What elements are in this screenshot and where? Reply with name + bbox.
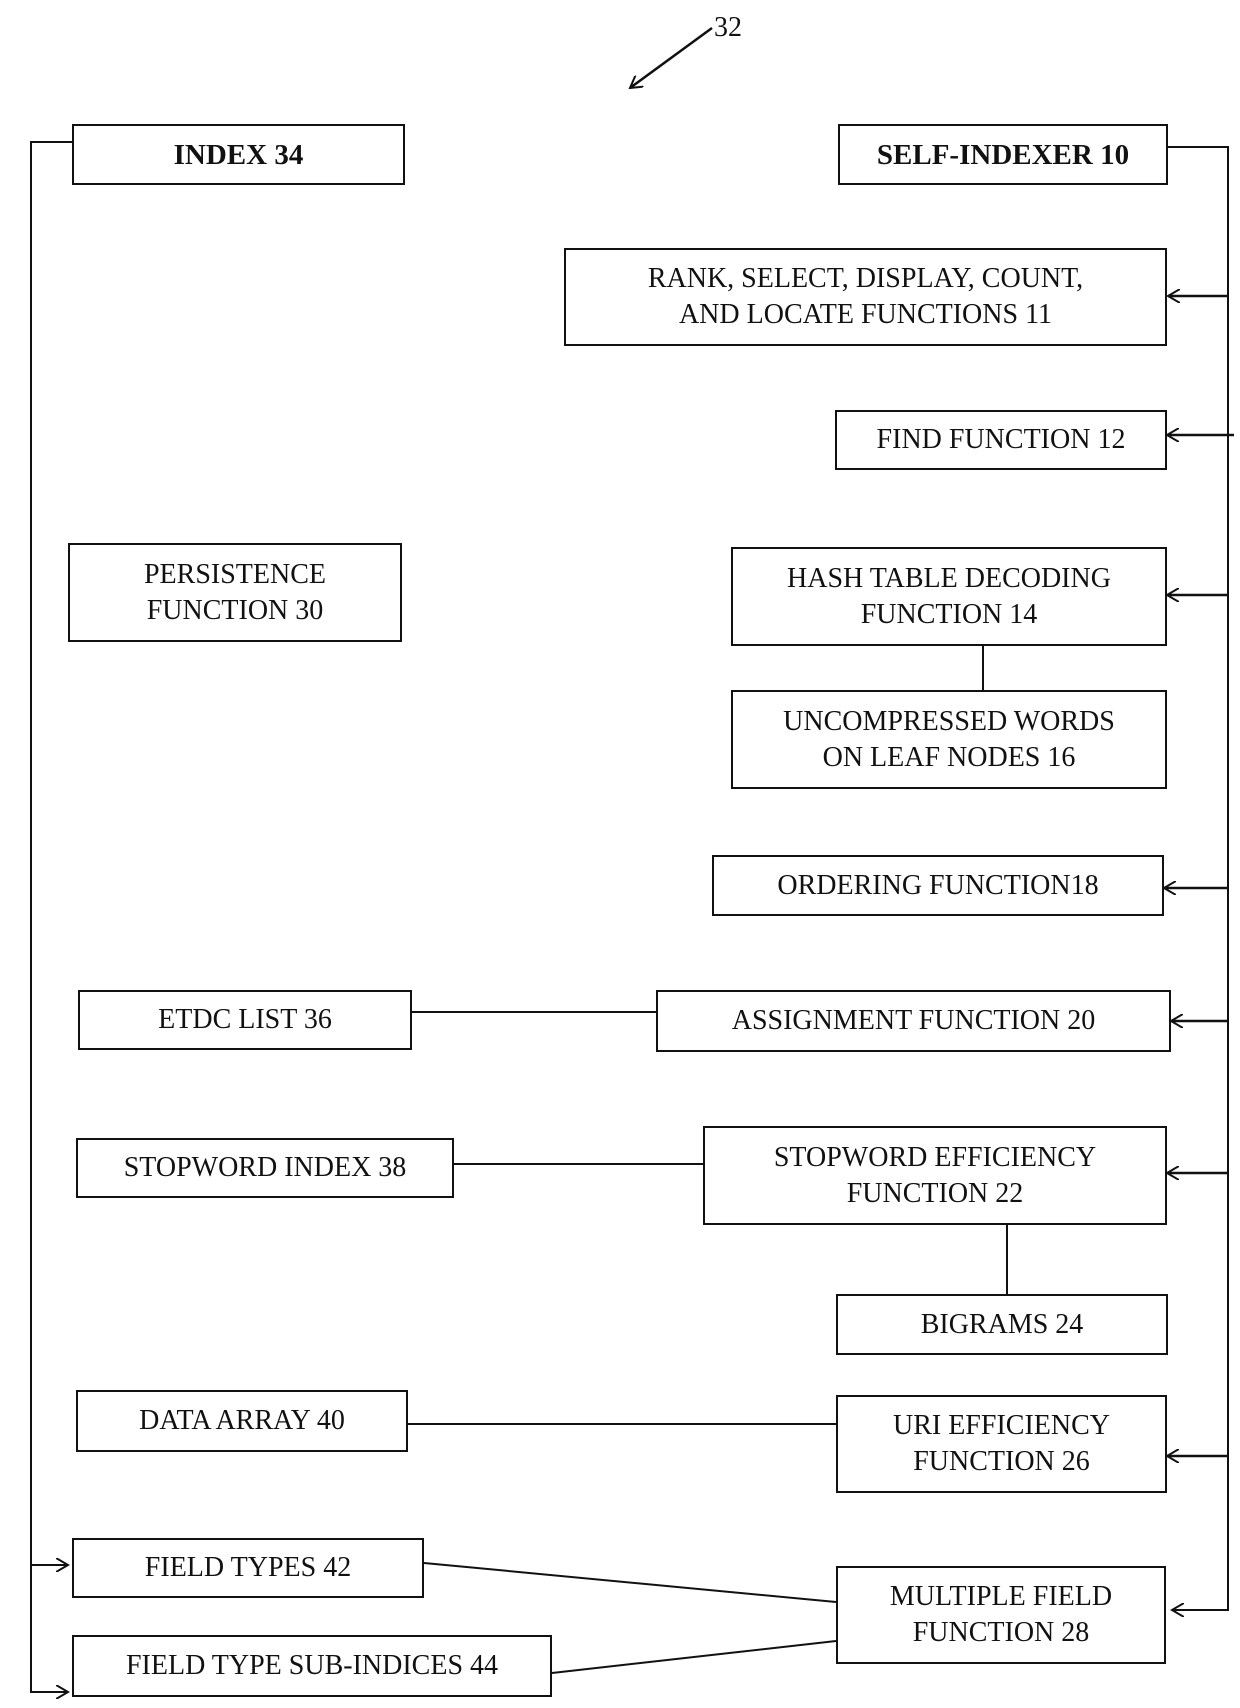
find-function-12-box: FIND FUNCTION 12 (835, 410, 1167, 470)
link-sub-indices-to-multiple (551, 1640, 837, 1674)
stopword-efficiency-22-box: STOPWORD EFFICIENCY FUNCTION 22 (703, 1126, 1167, 1225)
etdc-list-36-box: ETDC LIST 36 (78, 990, 412, 1050)
index-34-box: INDEX 34 (72, 124, 405, 185)
link-field-types-to-multiple (423, 1562, 837, 1603)
bigrams-24-box: BIGRAMS 24 (836, 1294, 1168, 1355)
reference-number-32: 32 (714, 12, 742, 43)
field-types-42-box: FIELD TYPES 42 (72, 1538, 424, 1598)
ordering-function-18-box: ORDERING FUNCTION18 (712, 855, 1164, 916)
field-type-sub-indices-44-box: FIELD TYPE SUB-INDICES 44 (72, 1635, 552, 1697)
data-array-40-box: DATA ARRAY 40 (76, 1390, 408, 1452)
hash-table-decoding-14-box: HASH TABLE DECODING FUNCTION 14 (731, 547, 1167, 646)
self-indexer-10-box: SELF-INDEXER 10 (838, 124, 1168, 185)
left-bus-line (30, 141, 72, 1692)
assignment-function-20-box: ASSIGNMENT FUNCTION 20 (656, 990, 1171, 1052)
reference-arrow-32 (630, 26, 713, 88)
stopword-index-38-box: STOPWORD INDEX 38 (76, 1138, 454, 1198)
uncompressed-words-16-box: UNCOMPRESSED WORDS ON LEAF NODES 16 (731, 690, 1167, 789)
uri-efficiency-26-box: URI EFFICIENCY FUNCTION 26 (836, 1395, 1167, 1493)
right-bus-line (1168, 146, 1229, 1610)
rank-select-functions-11-box: RANK, SELECT, DISPLAY, COUNT, AND LOCATE… (564, 248, 1167, 346)
persistence-function-30-box: PERSISTENCE FUNCTION 30 (68, 543, 402, 642)
multiple-field-28-box: MULTIPLE FIELD FUNCTION 28 (836, 1566, 1166, 1664)
